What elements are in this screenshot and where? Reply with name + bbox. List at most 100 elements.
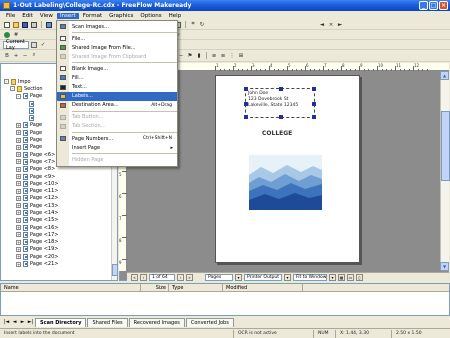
menu-view[interactable]: View <box>37 13 56 19</box>
tab-converted-jobs[interactable]: Converted Jobs <box>185 317 234 327</box>
collapse-icon[interactable]: - <box>10 86 15 92</box>
menu-item-file[interactable]: File... <box>57 34 177 43</box>
scan-icon[interactable] <box>45 21 53 29</box>
expand-icon[interactable]: + <box>16 137 21 143</box>
zoom-in-icon[interactable]: + <box>12 52 20 60</box>
resize-handle-w[interactable] <box>244 102 248 106</box>
expand-icon[interactable]: + <box>16 188 21 194</box>
globe-icon[interactable] <box>3 31 11 39</box>
tab-next-button[interactable]: ► <box>19 319 26 326</box>
tree-row[interactable]: + Page <16> <box>1 224 117 231</box>
tree-row[interactable]: + Page <12> <box>1 195 117 202</box>
first-page-button[interactable]: « <box>131 273 138 281</box>
menu-options[interactable]: Options <box>137 13 164 19</box>
new-icon[interactable] <box>3 21 11 29</box>
distribute-icon[interactable]: ⋮ <box>228 52 236 60</box>
expand-icon[interactable]: + <box>16 174 21 179</box>
view-spread-button[interactable]: ▯ <box>356 273 363 281</box>
tree-row[interactable]: + Page <9> <box>1 173 117 180</box>
expand-icon[interactable]: + <box>16 217 21 223</box>
resize-handle-se[interactable] <box>312 115 316 119</box>
expand-icon[interactable]: + <box>16 232 21 238</box>
apply-icon[interactable]: ✓ <box>39 41 47 49</box>
menu-item-page-numbers[interactable]: Page Numbers... Ctrl+Shift+N <box>57 134 177 143</box>
current-layout-combo[interactable]: Current Lay <box>3 39 29 51</box>
align-right-icon[interactable]: ≡ <box>219 52 227 60</box>
last-page-button[interactable]: » <box>186 273 193 281</box>
column-name[interactable]: Name <box>1 284 141 291</box>
zoom-out-icon[interactable]: − <box>21 52 29 60</box>
resize-handle-e[interactable] <box>312 102 316 106</box>
scroll-down-button[interactable]: ▼ <box>440 262 449 271</box>
menu-format[interactable]: Format <box>80 13 105 19</box>
tab-last-button[interactable]: ►| <box>27 319 34 326</box>
resize-handle-n[interactable] <box>279 87 283 91</box>
expand-icon[interactable]: + <box>16 261 21 267</box>
minus-icon[interactable]: − <box>177 52 185 60</box>
align-left-icon[interactable]: ≡ <box>210 52 218 60</box>
expand-icon[interactable]: + <box>16 152 21 158</box>
menu-item-destination-area[interactable]: Destination Area... Alt+Drag <box>57 101 177 110</box>
menu-graphics[interactable]: Graphics <box>106 13 136 19</box>
output-dropdown[interactable]: ▾ <box>284 273 291 281</box>
menu-item-insert-page[interactable]: Insert Page ▸ <box>57 143 177 152</box>
tree-row[interactable]: + Page <15> <box>1 217 117 224</box>
open-icon[interactable] <box>12 21 20 29</box>
tree-row[interactable]: + Page <13> <box>1 202 117 209</box>
expand-icon[interactable]: + <box>16 144 21 150</box>
address-label[interactable]: John Doe 123 Dovebrook St Lakeville, Sta… <box>244 87 316 119</box>
crop-icon[interactable]: ⌗ <box>189 21 197 29</box>
collapse-icon[interactable]: - <box>4 79 9 85</box>
expand-icon[interactable]: + <box>16 181 21 187</box>
menu-item-scan-images[interactable]: Scan Images... <box>57 22 177 31</box>
expand-icon[interactable]: + <box>16 166 21 172</box>
collapse-icon[interactable]: - <box>16 93 21 99</box>
canvas-scroll-thumb[interactable] <box>441 111 450 181</box>
expand-icon[interactable]: + <box>16 159 21 165</box>
view-mode-select[interactable]: Pages <box>205 273 233 281</box>
paint-icon[interactable]: ▮ <box>195 52 203 60</box>
close-doc-icon[interactable]: × <box>327 21 335 29</box>
maximize-button[interactable]: □ <box>429 1 438 10</box>
prev-icon[interactable]: ◄ <box>318 21 326 29</box>
view-mode-dropdown[interactable]: ▾ <box>235 273 242 281</box>
canvas-vertical-scrollbar[interactable]: ▲ ▼ <box>440 71 450 271</box>
mountain-image[interactable] <box>249 155 322 210</box>
expand-icon[interactable]: + <box>16 246 21 252</box>
expand-icon[interactable]: + <box>16 254 21 260</box>
tree-scroll-thumb[interactable] <box>112 264 117 276</box>
tree-row[interactable]: + Page <10> <box>1 180 117 187</box>
print-icon[interactable] <box>30 21 38 29</box>
menu-item-labels[interactable]: Labels... <box>57 91 177 101</box>
tab-scan-directory[interactable]: Scan Directory <box>35 317 87 327</box>
save-icon[interactable] <box>21 21 29 29</box>
menu-item-text[interactable]: Text... <box>57 83 177 92</box>
file-list[interactable]: Name Size Type Modified <box>0 283 450 316</box>
resize-handle-s[interactable] <box>279 115 283 119</box>
bold-icon[interactable]: B <box>3 52 11 60</box>
grid-icon[interactable]: # <box>12 31 20 39</box>
page-of-field[interactable]: 1 of 64 <box>149 273 175 281</box>
tree-row[interactable]: + Page <20> <box>1 253 117 260</box>
menu-help[interactable]: Help <box>166 13 185 19</box>
bookmark-icon[interactable]: ⚑ <box>186 52 194 60</box>
prev-page-button[interactable]: ‹ <box>140 273 147 281</box>
menu-item-blank-image[interactable]: Blank Image... <box>57 64 177 73</box>
expand-icon[interactable]: + <box>16 130 21 136</box>
view-single-button[interactable]: ▭ <box>347 273 354 281</box>
expand-icon[interactable]: + <box>16 195 21 201</box>
layout-icon[interactable] <box>30 41 38 49</box>
minimize-button[interactable]: _ <box>419 1 428 10</box>
expand-icon[interactable]: + <box>16 239 21 245</box>
resize-handle-sw[interactable] <box>244 115 248 119</box>
expand-icon[interactable]: + <box>16 210 21 216</box>
expand-icon[interactable]: + <box>16 122 21 128</box>
resize-handle-ne[interactable] <box>312 87 316 91</box>
expand-icon[interactable]: + <box>16 203 21 209</box>
tab-prev-button[interactable]: ◄ <box>11 319 18 326</box>
menu-item-fill[interactable]: Fill... <box>57 73 177 82</box>
rotate-icon[interactable]: ↻ <box>198 21 206 29</box>
tree-row[interactable]: + Page <18> <box>1 239 117 246</box>
expand-icon[interactable]: + <box>16 225 21 231</box>
next-icon[interactable]: ► <box>336 21 344 29</box>
